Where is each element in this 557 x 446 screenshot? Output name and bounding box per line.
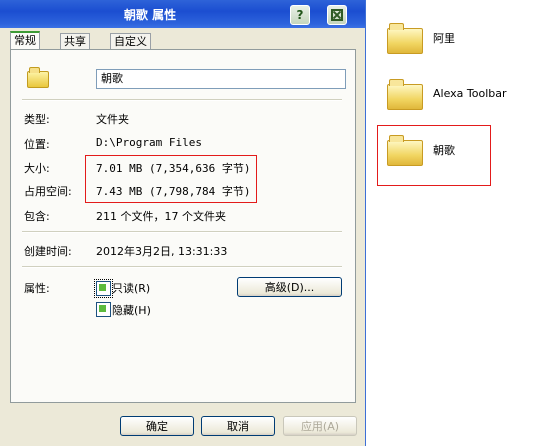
disk-size-value: 7.43 MB (7,798,784 字节) (96, 185, 251, 198)
folder-icon[interactable] (387, 79, 423, 110)
hidden-checkbox[interactable] (96, 302, 111, 317)
location-label: 位置: (24, 138, 50, 151)
type-label: 类型: (24, 113, 50, 126)
help-icon: ? (296, 8, 304, 22)
separator (22, 99, 342, 101)
separator (22, 266, 342, 268)
advanced-button[interactable]: 高级(D)... (237, 277, 342, 297)
created-value: 2012年3月2日, 13:31:33 (96, 245, 228, 258)
check-mark-icon (99, 305, 106, 312)
folder-item-label[interactable]: Alexa Toolbar (433, 87, 507, 100)
dialog-title: 朝歌 属性 (123, 8, 177, 22)
general-panel (10, 49, 356, 403)
tab-customize[interactable]: 自定义 (110, 33, 151, 50)
ok-button[interactable]: 确定 (120, 416, 194, 436)
folder-icon[interactable] (387, 23, 423, 54)
size-label: 大小: (24, 162, 50, 175)
folder-item-label[interactable]: 朝歌 (433, 142, 455, 158)
readonly-checkbox[interactable] (94, 279, 113, 298)
readonly-label[interactable]: 只读(R) (112, 280, 150, 296)
help-button[interactable]: ? (290, 5, 310, 25)
disk-size-label: 占用空间: (24, 185, 72, 198)
folder-icon[interactable] (387, 135, 423, 166)
close-icon (331, 9, 343, 21)
hidden-label[interactable]: 隐藏(H) (112, 302, 151, 318)
tab-sharing[interactable]: 共享 (60, 33, 90, 50)
close-button[interactable] (327, 5, 347, 25)
type-value: 文件夹 (96, 113, 129, 126)
contains-value: 211 个文件，17 个文件夹 (96, 210, 226, 223)
folder-name-input[interactable]: 朝歌 (96, 69, 346, 89)
check-mark-icon (99, 284, 106, 291)
separator (22, 231, 342, 233)
properties-dialog: 朝歌 属性 ? 常规 共享 自定义 朝歌 类型: 文件夹 位置: D:\Prog… (0, 0, 366, 446)
attributes-label: 属性: (24, 282, 50, 295)
created-label: 创建时间: (24, 245, 72, 258)
title-bar[interactable]: 朝歌 属性 ? (0, 0, 365, 28)
size-value: 7.01 MB (7,354,636 字节) (96, 162, 251, 175)
contains-label: 包含: (24, 210, 50, 223)
apply-button[interactable]: 应用(A) (283, 416, 357, 436)
folder-icon (27, 67, 49, 88)
folder-item-label[interactable]: 阿里 (433, 30, 455, 46)
cancel-button[interactable]: 取消 (201, 416, 275, 436)
location-value: D:\Program Files (96, 136, 202, 149)
